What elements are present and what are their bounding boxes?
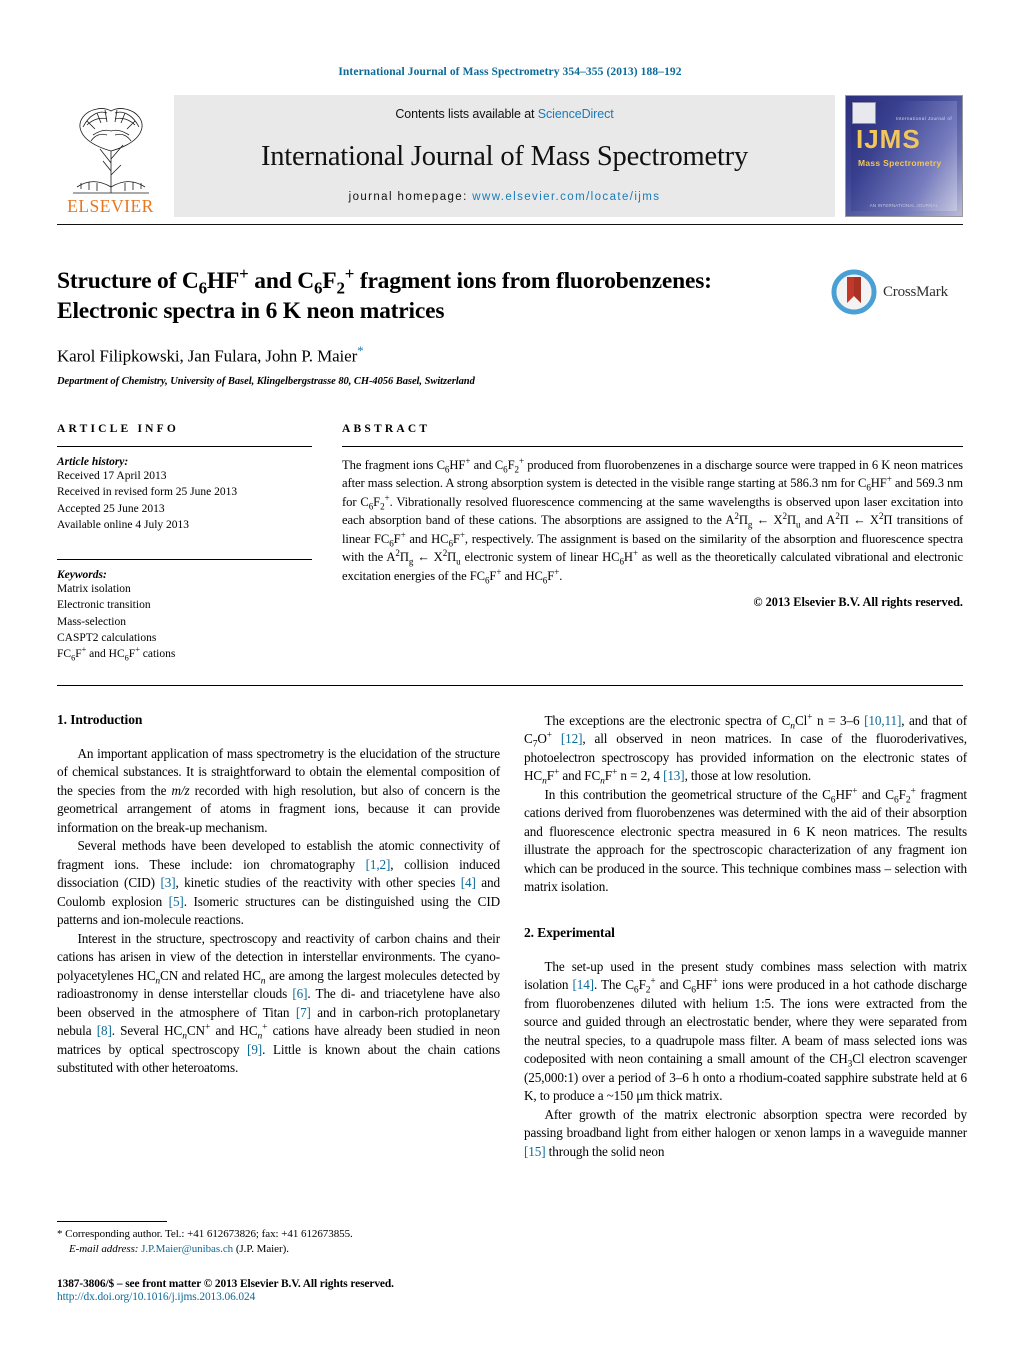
history-item: Received in revised form 25 June 2013 bbox=[57, 486, 238, 499]
doi-link[interactable]: http://dx.doi.org/10.1016/j.ijms.2013.06… bbox=[57, 1291, 500, 1303]
cover-top-text: International Journal of bbox=[895, 116, 952, 121]
abstract-copyright: © 2013 Elsevier B.V. All rights reserved… bbox=[753, 594, 963, 609]
intro-paragraph-1: An important application of mass spectro… bbox=[57, 745, 500, 835]
article-info-column: ARTICLE INFO Article history: Received 1… bbox=[57, 423, 342, 663]
citation-link[interactable]: [5] bbox=[169, 894, 184, 909]
masthead-center-panel: Contents lists available at ScienceDirec… bbox=[174, 95, 835, 217]
corresponding-author-text: Corresponding author. Tel.: +41 61267382… bbox=[65, 1227, 353, 1240]
corresponding-author-marker[interactable]: * bbox=[357, 343, 364, 358]
cover-ijms-mark: IJMS bbox=[856, 124, 921, 154]
email-link[interactable]: J.P.Maier@unibas.ch bbox=[141, 1243, 233, 1255]
citation-link[interactable]: [8] bbox=[97, 1023, 112, 1038]
elsevier-logo: ELSEVIER bbox=[57, 95, 164, 217]
email-address-label: E-mail address: bbox=[69, 1243, 139, 1256]
corresponding-author-note: * Corresponding author. Tel.: +41 612673… bbox=[57, 1227, 500, 1258]
abstract-column: ABSTRACT The fragment ions C6HF+ and C6F… bbox=[342, 423, 963, 663]
keywords-rule bbox=[57, 558, 312, 560]
cover-bottom-text: AN INTERNATIONAL JOURNAL bbox=[869, 203, 939, 208]
keyword-item: Electronic transition bbox=[57, 599, 151, 612]
citation-link[interactable]: [13] bbox=[663, 768, 685, 783]
article-info-rule bbox=[57, 445, 312, 447]
affiliation: Department of Chemistry, University of B… bbox=[57, 375, 475, 387]
homepage-prefix: journal homepage: bbox=[348, 191, 473, 203]
body-top-divider bbox=[57, 684, 963, 686]
journal-title: International Journal of Mass Spectromet… bbox=[260, 141, 749, 172]
page-title: Structure of C6HF+ and C6F2+ fragment io… bbox=[57, 264, 712, 324]
section-heading-experimental: 2. Experimental bbox=[524, 924, 615, 940]
keyword-item: FC6F+ and HC6F+ cations bbox=[57, 645, 176, 663]
body-columns: 1. Introduction An important application… bbox=[57, 712, 967, 1161]
citation-link[interactable]: [7] bbox=[296, 1005, 311, 1020]
intro-paragraph-2: Several methods have been developed to e… bbox=[57, 838, 501, 928]
crossmark-badge[interactable]: CrossMark bbox=[831, 267, 963, 315]
cover-subtitle: Mass Spectrometry bbox=[858, 158, 942, 168]
email-suffix: (J.P. Maier). bbox=[235, 1243, 289, 1256]
keywords-list: Matrix isolation Electronic transition M… bbox=[57, 581, 312, 663]
citation-link[interactable]: [10,11] bbox=[864, 713, 901, 728]
crossmark-icon bbox=[831, 269, 877, 315]
contents-prefix: Contents lists available at bbox=[395, 107, 538, 121]
citation-link[interactable]: [12] bbox=[561, 731, 583, 746]
page-footer: * Corresponding author. Tel.: +41 612673… bbox=[57, 1220, 500, 1303]
citation-link[interactable]: [15] bbox=[524, 1144, 546, 1159]
history-item: Available online 4 July 2013 bbox=[57, 519, 190, 532]
elsevier-wordmark: ELSEVIER bbox=[67, 195, 154, 216]
footnote-divider bbox=[57, 1220, 167, 1222]
article-info-heading: ARTICLE INFO bbox=[57, 422, 180, 435]
keywords-label: Keywords: bbox=[57, 568, 107, 581]
crossmark-label: CrossMark bbox=[883, 283, 948, 300]
citation-link[interactable]: [3] bbox=[160, 875, 175, 890]
history-item: Received 17 April 2013 bbox=[57, 469, 167, 482]
section-heading-introduction: 1. Introduction bbox=[57, 711, 143, 727]
title-left-column: Structure of C6HF+ and C6F2+ fragment io… bbox=[57, 264, 831, 387]
author-list: Karol Filipkowski, Jan Fulara, John P. M… bbox=[57, 343, 817, 367]
title-block: Structure of C6HF+ and C6F2+ fragment io… bbox=[57, 264, 963, 387]
article-page: International Journal of Mass Spectromet… bbox=[0, 0, 1020, 1351]
citation-link[interactable]: [6] bbox=[292, 986, 307, 1001]
abstract-body: The fragment ions C6HF+ and C6F2+ produc… bbox=[342, 455, 964, 586]
cover-publisher-badge-icon bbox=[852, 102, 876, 124]
article-history-list: Received 17 April 2013 Received in revis… bbox=[57, 468, 312, 534]
homepage-url-link[interactable]: www.elsevier.com/locate/ijms bbox=[472, 191, 660, 203]
abstract-heading: ABSTRACT bbox=[342, 422, 431, 435]
footnote-marker: * bbox=[57, 1227, 63, 1240]
body-column-left: 1. Introduction An important application… bbox=[57, 712, 500, 1161]
info-abstract-region: ARTICLE INFO Article history: Received 1… bbox=[57, 423, 963, 663]
citation-link[interactable]: [4] bbox=[461, 875, 476, 890]
history-item: Accepted 25 June 2013 bbox=[57, 502, 165, 515]
elsevier-tree-icon bbox=[72, 107, 149, 193]
running-head: International Journal of Mass Spectromet… bbox=[338, 66, 682, 78]
journal-masthead: ELSEVIER Contents lists available at Sci… bbox=[57, 95, 963, 217]
experimental-paragraph-1: The set-up used in the present study com… bbox=[524, 958, 967, 1104]
intro-paragraph-4: The exceptions are the electronic spectr… bbox=[524, 712, 967, 787]
article-history-label: Article history: bbox=[57, 455, 129, 468]
intro-paragraph-5: In this contribution the geometrical str… bbox=[524, 786, 967, 895]
keyword-item: Matrix isolation bbox=[57, 582, 131, 595]
body-column-right: The exceptions are the electronic spectr… bbox=[524, 712, 967, 1161]
citation-link[interactable]: [1,2] bbox=[366, 857, 391, 872]
sciencedirect-link[interactable]: ScienceDirect bbox=[538, 107, 614, 121]
abstract-rule bbox=[342, 445, 963, 447]
intro-paragraph-3: Interest in the structure, spectroscopy … bbox=[57, 930, 500, 1076]
masthead-divider bbox=[57, 224, 963, 225]
journal-homepage-line: journal homepage: www.elsevier.com/locat… bbox=[349, 191, 661, 203]
citation-link[interactable]: [9] bbox=[247, 1042, 262, 1057]
keyword-item: Mass-selection bbox=[57, 615, 126, 628]
authors-names: Karol Filipkowski, Jan Fulara, John P. M… bbox=[57, 346, 358, 366]
contents-available-line: Contents lists available at ScienceDirec… bbox=[395, 107, 613, 121]
journal-cover-thumbnail[interactable]: International Journal of IJMS Mass Spect… bbox=[845, 95, 963, 217]
issn-copyright-line: 1387-3806/$ – see front matter © 2013 El… bbox=[57, 1278, 394, 1290]
experimental-paragraph-2: After growth of the matrix electronic ab… bbox=[524, 1106, 967, 1159]
citation-link[interactable]: [14] bbox=[572, 977, 594, 992]
keyword-item: CASPT2 calculations bbox=[57, 631, 157, 644]
